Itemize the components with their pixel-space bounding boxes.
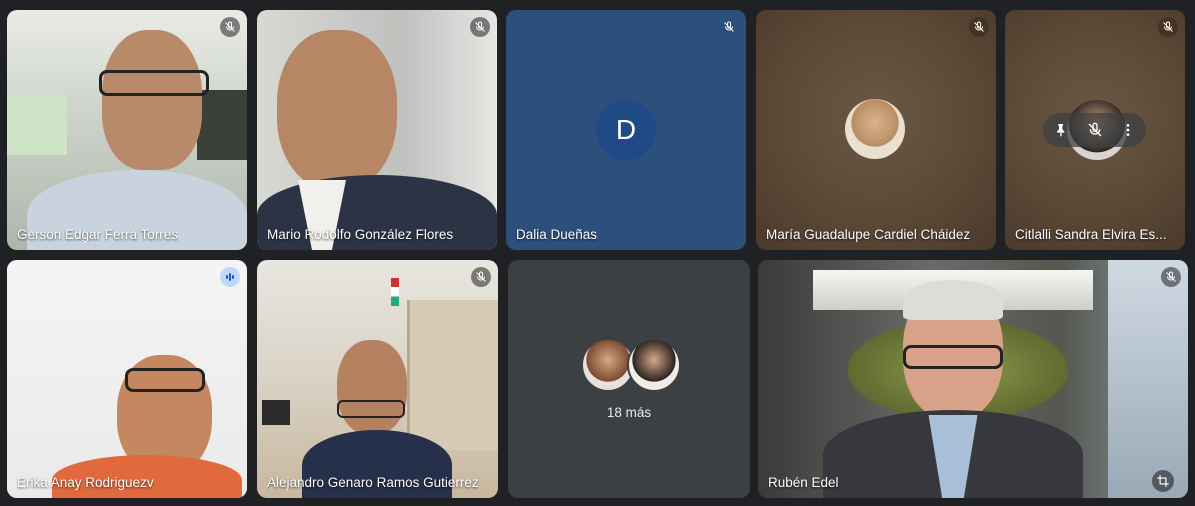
participant-tile-erika[interactable]: Erika Anay Rodriguezv (7, 260, 247, 498)
monitor (262, 400, 290, 425)
video-feed (758, 260, 1188, 498)
audio-level-icon (226, 273, 234, 281)
mic-off-icon (225, 21, 235, 32)
glasses (337, 400, 405, 418)
video-feed (7, 260, 247, 498)
participant-name: Gerson Edgar Ferra Torres (17, 227, 179, 242)
mic-off-indicator (1158, 17, 1178, 37)
avatar (627, 338, 681, 392)
participant-tile-alejandro[interactable]: Alejandro Genaro Ramos Gutierrez (257, 260, 498, 498)
participant-tile-maria[interactable]: María Guadalupe Cardiel Cháidez (756, 10, 996, 250)
participant-name: Mario Rodolfo González Flores (267, 227, 454, 242)
person-head (277, 30, 397, 190)
participant-tile-ruben[interactable]: Rubén Edel (758, 260, 1188, 498)
flag (391, 278, 399, 306)
glasses (125, 368, 205, 392)
tile-hover-controls (1043, 113, 1146, 147)
mic-off-icon (475, 21, 485, 32)
participant-tile-citlalli[interactable]: Citlalli Sandra Elvira Es... (1005, 10, 1185, 250)
more-participants-tile[interactable]: 18 más (508, 260, 750, 498)
participant-tile-mario[interactable]: Mario Rodolfo González Flores (257, 10, 497, 250)
avatar-initial: D (615, 114, 637, 145)
mic-off-indicator (470, 17, 490, 37)
mic-off-indicator (969, 17, 989, 37)
more-vert-icon[interactable] (1120, 122, 1136, 138)
mic-off-icon[interactable] (1087, 122, 1103, 138)
person-head (102, 30, 202, 170)
participant-tile-gerson[interactable]: Gerson Edgar Ferra Torres (7, 10, 247, 250)
glasses (99, 70, 209, 96)
participant-name: Rubén Edel (768, 475, 839, 490)
participant-name: Dalia Dueñas (516, 227, 598, 242)
participant-name: Erika Anay Rodriguezv (17, 475, 154, 490)
participant-name: Alejandro Genaro Ramos Gutierrez (267, 475, 479, 490)
shelf (407, 300, 498, 450)
mic-off-indicator (1161, 267, 1181, 287)
person-head (337, 340, 407, 435)
crop-icon (1157, 475, 1169, 487)
more-participants-label: 18 más (606, 405, 652, 420)
participant-name: Citlalli Sandra Elvira Es... (1015, 227, 1167, 242)
mic-off-icon (1163, 21, 1173, 32)
mic-off-icon (724, 21, 734, 32)
window-background (7, 95, 67, 155)
video-feed (7, 10, 247, 250)
mic-off-indicator (471, 267, 491, 287)
whiteboard-background (197, 90, 247, 160)
avatar: D (596, 100, 656, 160)
video-feed (257, 10, 497, 250)
window (1108, 260, 1188, 498)
mic-off-indicator (220, 17, 240, 37)
participant-name: María Guadalupe Cardiel Cháidez (766, 227, 971, 242)
mic-off-indicator (719, 17, 739, 37)
mic-off-icon (476, 271, 486, 282)
participant-tile-dalia[interactable]: D Dalia Dueñas (506, 10, 746, 250)
avatar (845, 99, 905, 159)
speaking-indicator (220, 267, 240, 287)
pin-icon[interactable] (1053, 122, 1069, 138)
glasses (903, 345, 1003, 369)
mic-off-icon (974, 21, 984, 32)
video-feed (257, 260, 498, 498)
crop-button[interactable] (1152, 470, 1174, 492)
hair (903, 280, 1003, 320)
mic-off-icon (1166, 271, 1176, 282)
